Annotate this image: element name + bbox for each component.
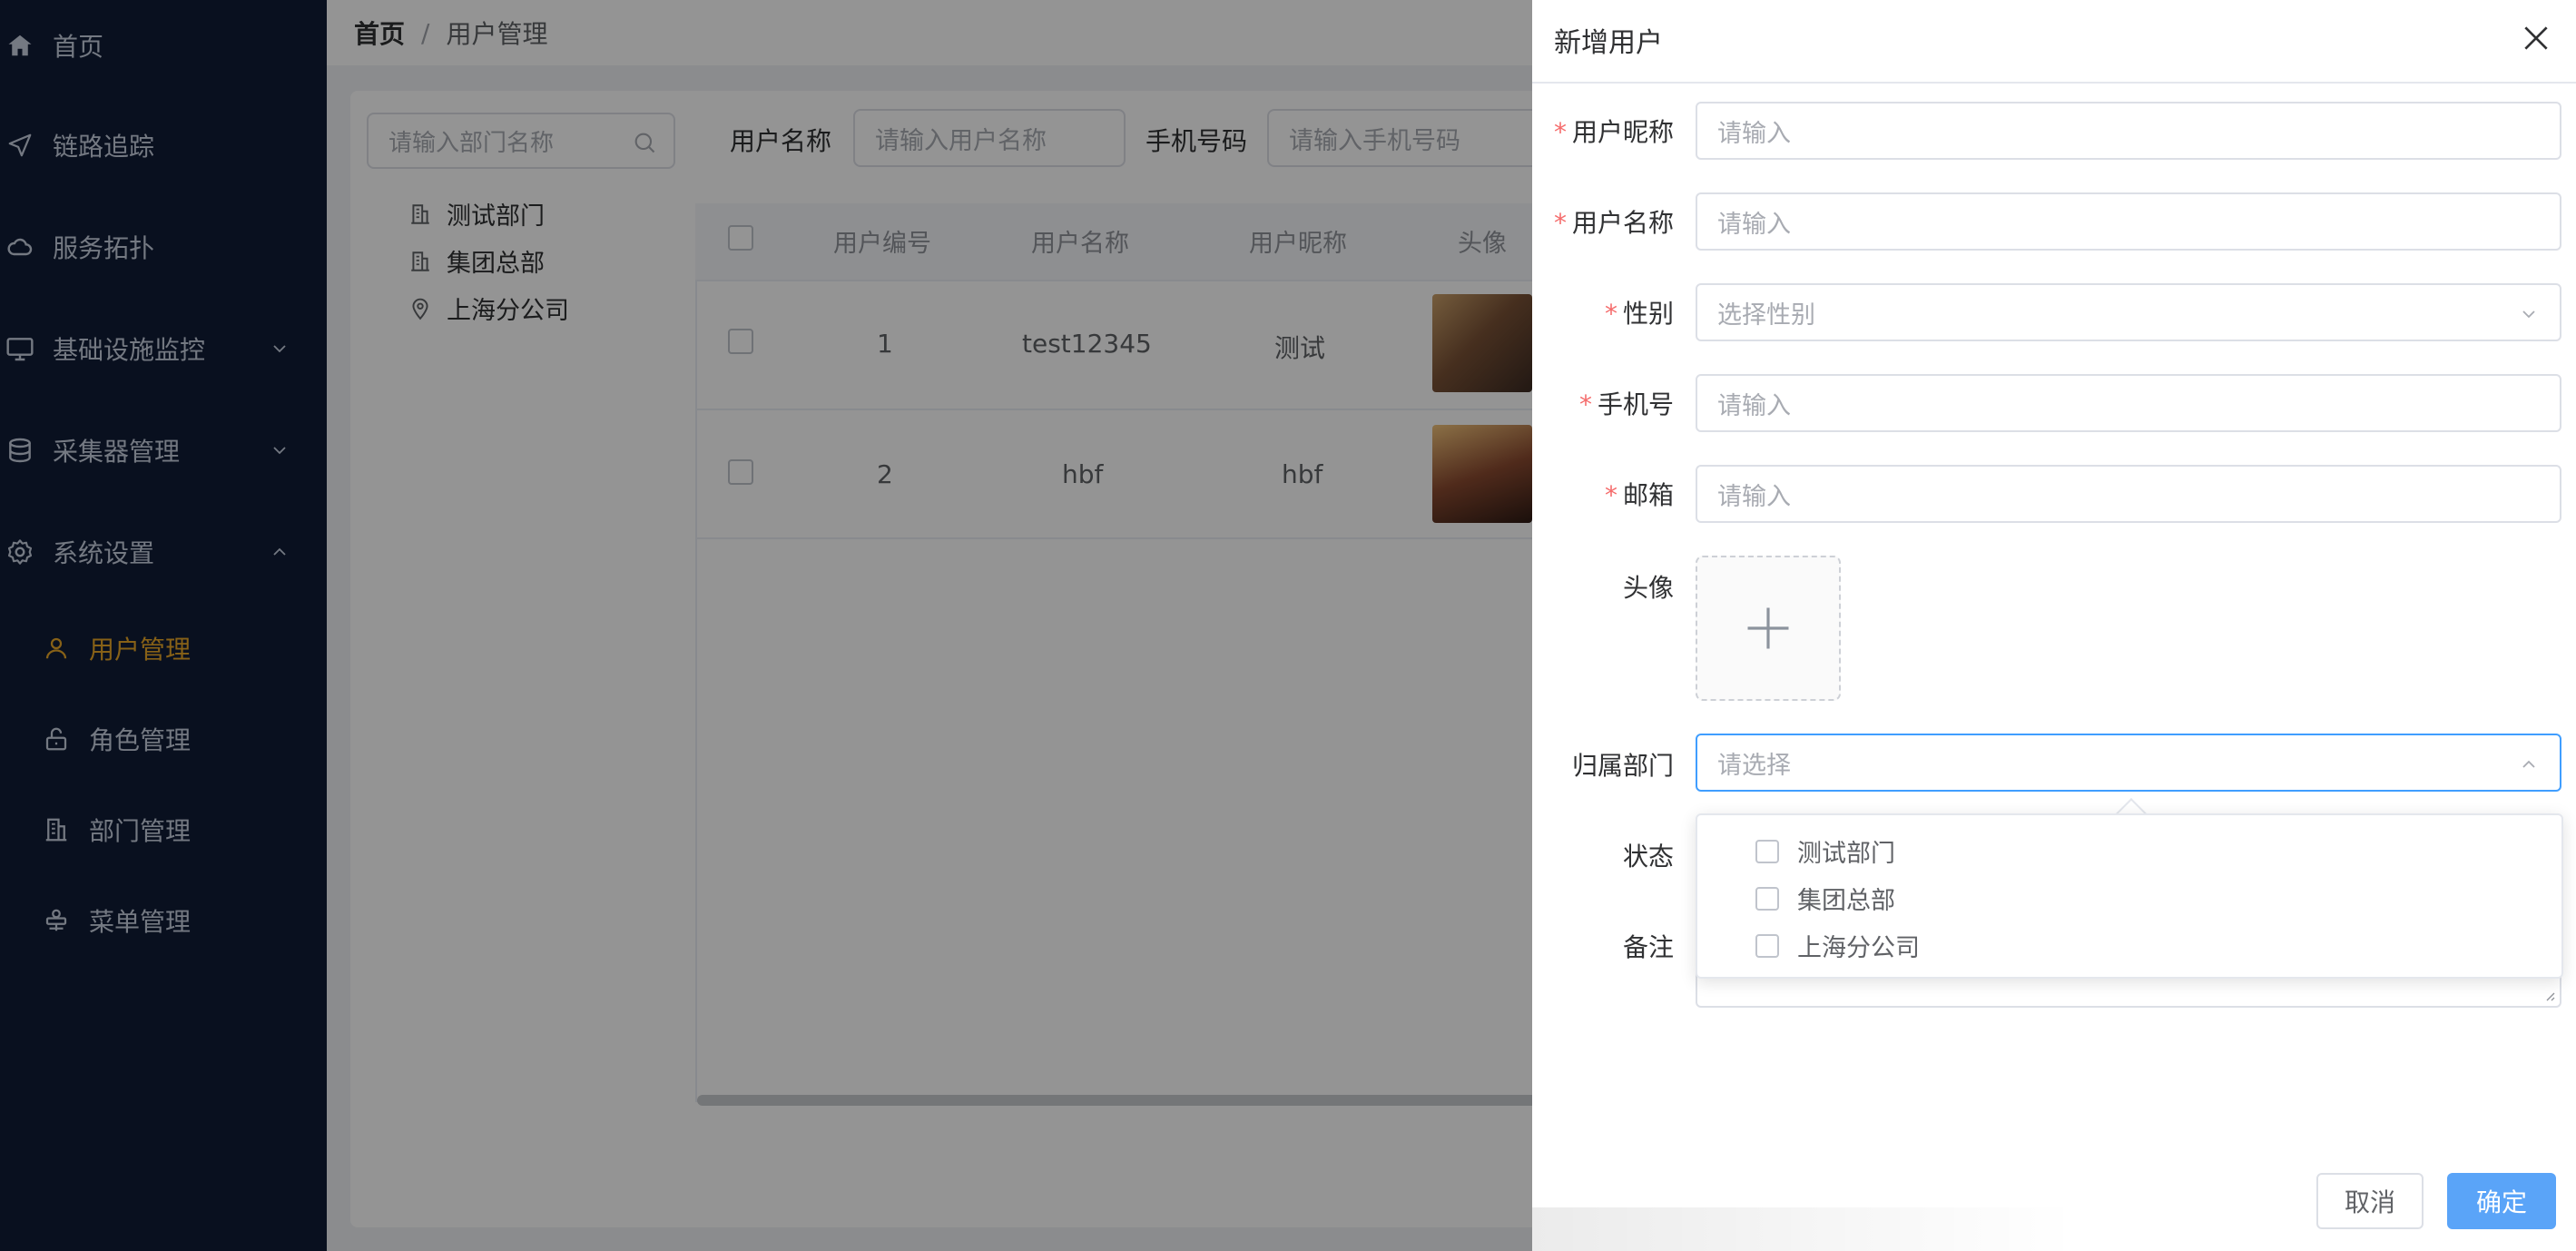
email-field[interactable]: 请输入 bbox=[1696, 465, 2561, 523]
confirm-button[interactable]: 确定 bbox=[2447, 1173, 2556, 1229]
phone-label: * 手机号 bbox=[1578, 389, 1674, 419]
dept-placeholder: 请选择 bbox=[1717, 751, 1791, 780]
remark-label: 备注 bbox=[1622, 932, 1674, 962]
dept-option[interactable]: 上海分公司 bbox=[1755, 928, 1920, 963]
required-mark: * bbox=[1553, 117, 1567, 147]
chevron-up-icon bbox=[2518, 754, 2540, 775]
dept-option[interactable]: 集团总部 bbox=[1755, 881, 1895, 916]
avatar-label: 头像 bbox=[1622, 573, 1674, 603]
gender-placeholder: 选择性别 bbox=[1717, 300, 1815, 330]
dept-dropdown: 测试部门 集团总部 上海分公司 bbox=[1696, 813, 2563, 979]
close-icon[interactable] bbox=[2518, 20, 2554, 56]
option-checkbox[interactable] bbox=[1755, 886, 1779, 911]
nickname-placeholder: 请输入 bbox=[1717, 119, 1791, 148]
status-label: 状态 bbox=[1622, 842, 1674, 872]
username-field[interactable]: 请输入 bbox=[1696, 192, 2561, 251]
dept-label: 归属部门 bbox=[1571, 751, 1674, 781]
gender-label: * 性别 bbox=[1604, 299, 1674, 329]
required-mark: * bbox=[1553, 208, 1567, 238]
username-placeholder: 请输入 bbox=[1717, 210, 1791, 239]
email-placeholder: 请输入 bbox=[1717, 482, 1791, 511]
dept-option[interactable]: 测试部门 bbox=[1755, 833, 1895, 869]
avatar-upload[interactable] bbox=[1696, 556, 1841, 701]
add-user-drawer: 新增用户 * 用户昵称 请输入 * 用户名称 请输入 * 性别 选择性别 * 手机号 请… bbox=[1532, 0, 2576, 1251]
drawer-title: 新增用户 bbox=[1554, 27, 1663, 59]
plus-icon bbox=[1744, 604, 1793, 653]
nickname-label: * 用户昵称 bbox=[1553, 117, 1674, 147]
phone-placeholder: 请输入 bbox=[1717, 391, 1791, 420]
gender-select[interactable]: 选择性别 bbox=[1696, 283, 2561, 341]
required-mark: * bbox=[1604, 299, 1617, 329]
phone-field[interactable]: 请输入 bbox=[1696, 374, 2561, 432]
username-label: * 用户名称 bbox=[1553, 208, 1674, 238]
nickname-field[interactable]: 请输入 bbox=[1696, 102, 2561, 160]
dept-select[interactable]: 请选择 bbox=[1696, 734, 2561, 792]
drawer-footer-shadow bbox=[1532, 1207, 2077, 1251]
resize-handle-icon[interactable] bbox=[2542, 988, 2556, 1002]
option-checkbox[interactable] bbox=[1755, 933, 1779, 958]
required-mark: * bbox=[1604, 480, 1617, 510]
cancel-button[interactable]: 取消 bbox=[2316, 1173, 2424, 1229]
email-label: * 邮箱 bbox=[1604, 480, 1674, 510]
required-mark: * bbox=[1578, 389, 1592, 419]
option-checkbox[interactable] bbox=[1755, 839, 1779, 863]
drawer-header bbox=[1532, 0, 2576, 84]
chevron-down-icon bbox=[2518, 303, 2540, 325]
